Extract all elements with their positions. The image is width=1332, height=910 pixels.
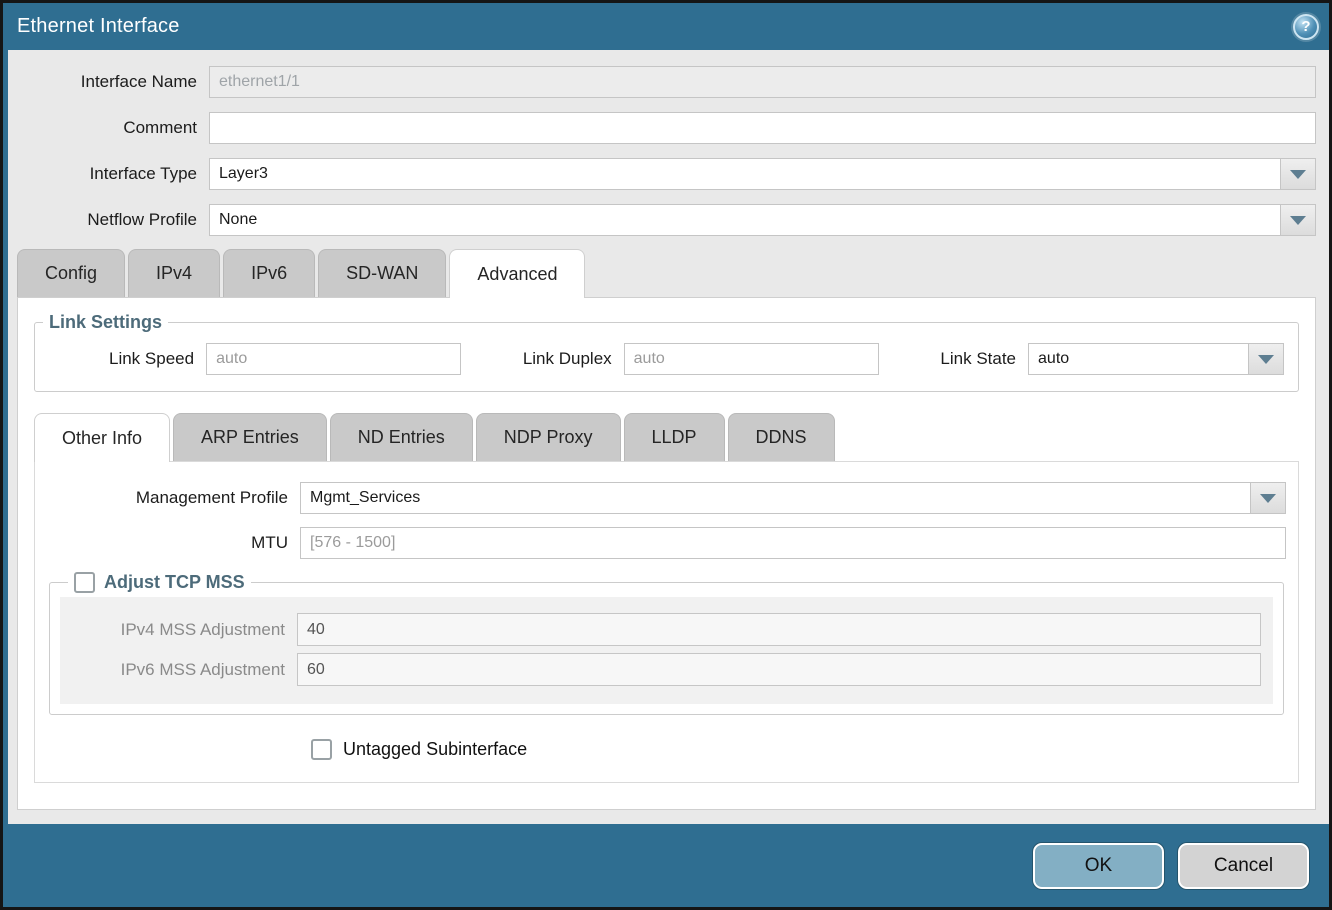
link-state-field[interactable] (1028, 343, 1248, 375)
link-settings-legend: Link Settings (43, 312, 168, 333)
tab-sdwan[interactable]: SD-WAN (318, 249, 446, 297)
ipv4-mss-field (297, 613, 1261, 646)
adjust-tcp-mss-fieldset: Adjust TCP MSS IPv4 MSS Adjustment IPv6 … (49, 572, 1284, 715)
management-profile-row: Management Profile (47, 482, 1286, 514)
comment-row: Comment (17, 112, 1316, 144)
chevron-down-icon (1258, 355, 1274, 364)
link-speed-label: Link Speed (109, 349, 206, 369)
adjust-tcp-mss-label: Adjust TCP MSS (104, 572, 245, 593)
untagged-subinterface-row: Untagged Subinterface (311, 739, 1286, 760)
interface-name-row: Interface Name (17, 66, 1316, 98)
link-state-dropdown-button[interactable] (1248, 343, 1284, 375)
untagged-subinterface-checkbox[interactable] (311, 739, 332, 760)
interface-type-dropdown-button[interactable] (1280, 158, 1316, 190)
chevron-down-icon (1260, 494, 1276, 503)
interface-name-field (209, 66, 1316, 98)
advanced-tab-panel: Link Settings Link Speed Link Duplex Lin… (17, 297, 1316, 810)
interface-type-field[interactable] (209, 158, 1280, 190)
help-icon[interactable]: ? (1293, 14, 1319, 40)
netflow-profile-dropdown[interactable] (209, 204, 1316, 236)
main-tabs: Config IPv4 IPv6 SD-WAN Advanced (17, 249, 1316, 297)
interface-name-label: Interface Name (17, 72, 209, 92)
ok-button[interactable]: OK (1033, 843, 1164, 889)
mtu-field[interactable] (300, 527, 1286, 559)
subtab-other-info[interactable]: Other Info (34, 413, 170, 462)
netflow-profile-dropdown-button[interactable] (1280, 204, 1316, 236)
subtab-ndp-proxy[interactable]: NDP Proxy (476, 413, 621, 461)
mtu-label: MTU (47, 533, 300, 553)
link-settings-fieldset: Link Settings Link Speed Link Duplex Lin… (34, 312, 1299, 392)
management-profile-dropdown[interactable] (300, 482, 1286, 514)
comment-label: Comment (17, 118, 209, 138)
link-speed-field[interactable] (206, 343, 461, 375)
link-duplex-label: Link Duplex (523, 349, 624, 369)
dialog-body: Interface Name Comment Interface Type Ne… (3, 50, 1329, 824)
management-profile-label: Management Profile (47, 488, 300, 508)
chevron-down-icon (1290, 216, 1306, 225)
tab-ipv4[interactable]: IPv4 (128, 249, 220, 297)
ipv4-mss-row: IPv4 MSS Adjustment (72, 613, 1261, 646)
netflow-profile-row: Netflow Profile (17, 204, 1316, 236)
other-info-panel: Management Profile MTU Adjust TCP MSS (34, 461, 1299, 783)
adjust-tcp-mss-checkbox[interactable] (74, 572, 95, 593)
dialog-title: Ethernet Interface (17, 15, 180, 38)
subtab-ddns[interactable]: DDNS (728, 413, 835, 461)
ipv6-mss-row: IPv6 MSS Adjustment (72, 653, 1261, 686)
mss-disabled-box: IPv4 MSS Adjustment IPv6 MSS Adjustment (60, 597, 1273, 704)
interface-type-row: Interface Type (17, 158, 1316, 190)
netflow-profile-field[interactable] (209, 204, 1280, 236)
tab-config[interactable]: Config (17, 249, 125, 297)
subtab-nd-entries[interactable]: ND Entries (330, 413, 473, 461)
interface-type-label: Interface Type (17, 164, 209, 184)
adjust-tcp-mss-legend: Adjust TCP MSS (68, 572, 251, 593)
mtu-row: MTU (47, 527, 1286, 559)
netflow-profile-label: Netflow Profile (17, 210, 209, 230)
tab-advanced[interactable]: Advanced (449, 249, 585, 298)
tab-ipv6[interactable]: IPv6 (223, 249, 315, 297)
chevron-down-icon (1290, 170, 1306, 179)
ipv4-mss-label: IPv4 MSS Adjustment (72, 620, 297, 640)
untagged-subinterface-label: Untagged Subinterface (343, 739, 527, 760)
management-profile-field[interactable] (300, 482, 1250, 514)
link-state-label: Link State (940, 349, 1028, 369)
subtab-lldp[interactable]: LLDP (624, 413, 725, 461)
sub-tabs: Other Info ARP Entries ND Entries NDP Pr… (34, 413, 1299, 461)
comment-field[interactable] (209, 112, 1316, 144)
link-duplex-field[interactable] (624, 343, 879, 375)
link-state-dropdown[interactable] (1028, 343, 1284, 375)
link-settings-row: Link Speed Link Duplex Link State (35, 337, 1298, 375)
management-profile-dropdown-button[interactable] (1250, 482, 1286, 514)
cancel-button[interactable]: Cancel (1178, 843, 1309, 889)
subtab-arp-entries[interactable]: ARP Entries (173, 413, 327, 461)
interface-type-dropdown[interactable] (209, 158, 1316, 190)
titlebar: Ethernet Interface ? (3, 3, 1329, 50)
ethernet-interface-dialog: Ethernet Interface ? Interface Name Comm… (0, 0, 1332, 910)
ipv6-mss-label: IPv6 MSS Adjustment (72, 660, 297, 680)
ipv6-mss-field (297, 653, 1261, 686)
footer: OK Cancel (3, 824, 1329, 907)
